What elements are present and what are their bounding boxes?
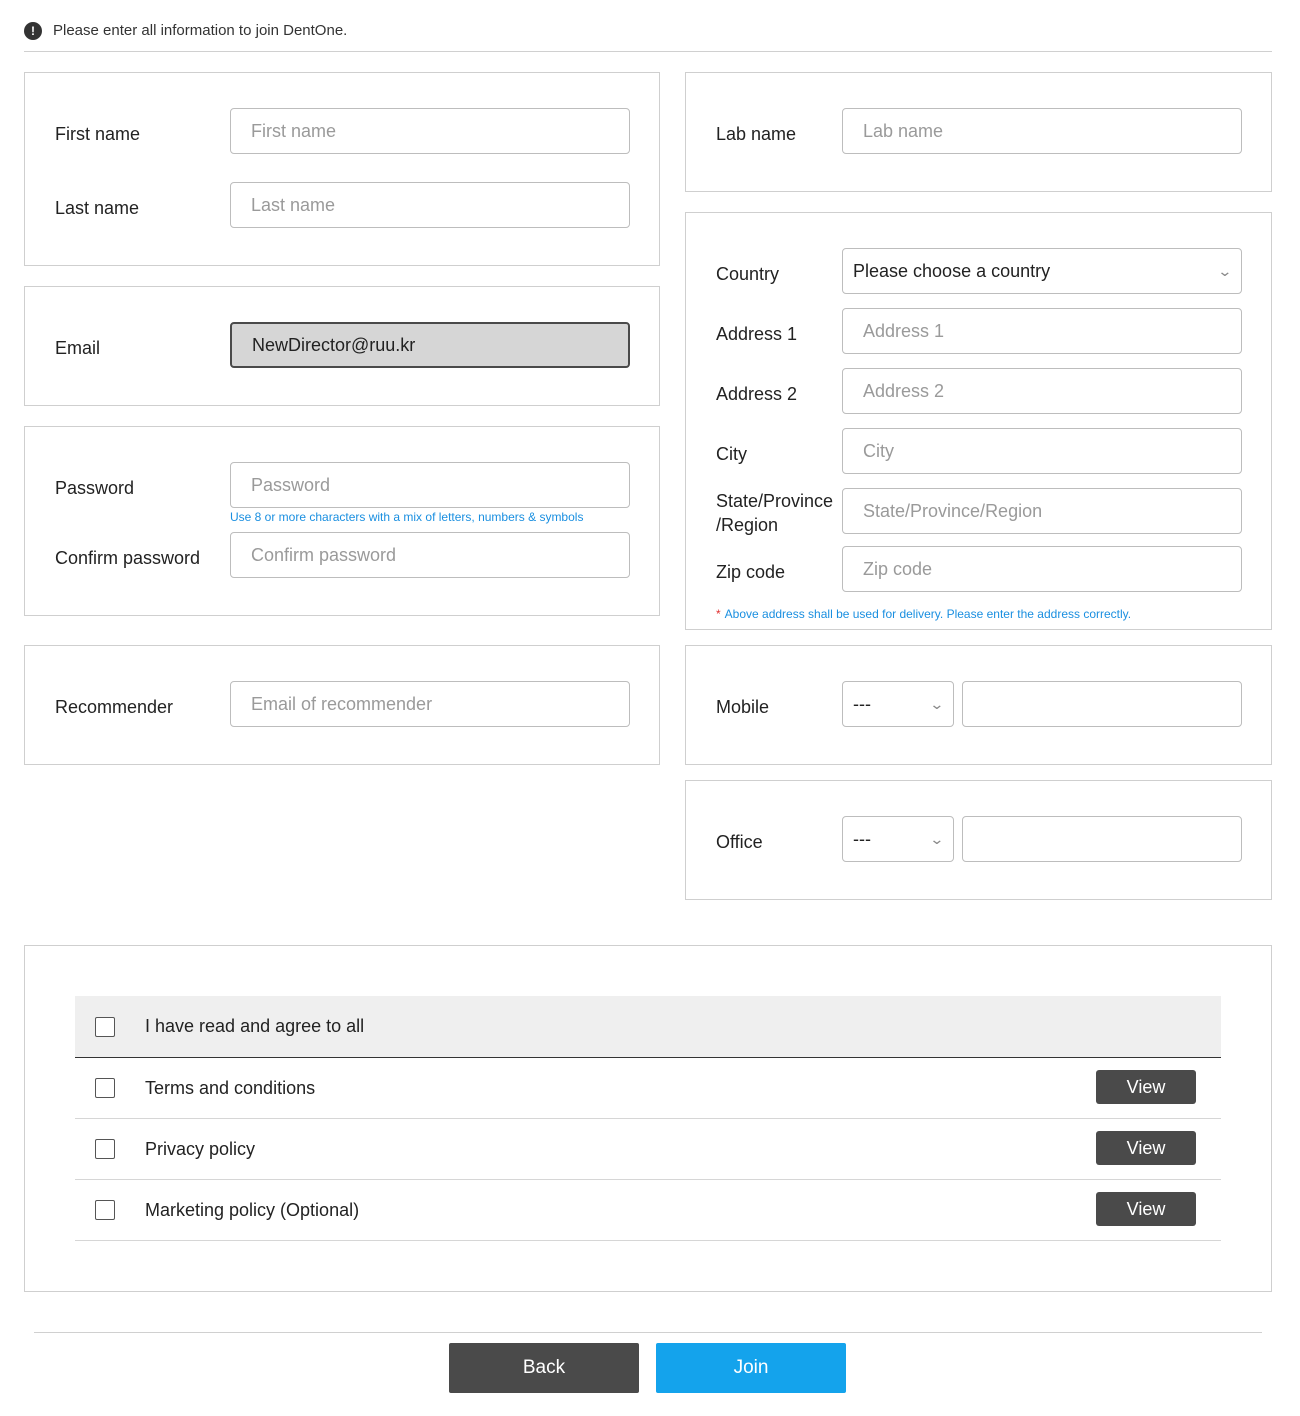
recommender-section: Recommender Email of recommender (24, 645, 660, 765)
privacy-row: Privacy policy View (75, 1119, 1221, 1180)
terms-view-button[interactable]: View (1096, 1070, 1196, 1104)
notice-text: Please enter all information to join Den… (53, 22, 348, 39)
country-label: Country (716, 264, 780, 284)
chevron-down-icon: ⌄ (1217, 262, 1233, 279)
mobile-number-input[interactable] (962, 681, 1242, 727)
first-name-input[interactable]: First name (230, 108, 630, 154)
country-select-value: Please choose a country (853, 260, 1051, 281)
state-input[interactable]: State/Province/Region (842, 488, 1242, 534)
mobile-code-value: --- (853, 693, 871, 714)
address1-input[interactable]: Address 1 (842, 308, 1242, 354)
office-label: Office (716, 832, 763, 852)
agreements-section: I have read and agree to all Terms and c… (24, 945, 1272, 1292)
address2-label: Address 2 (716, 384, 798, 404)
lab-name-input[interactable]: Lab name (842, 108, 1242, 154)
privacy-view-button[interactable]: View (1096, 1131, 1196, 1165)
city-input[interactable]: City (842, 428, 1242, 474)
zip-label: Zip code (716, 562, 786, 582)
address1-label: Address 1 (716, 324, 798, 344)
privacy-checkbox[interactable] (95, 1139, 115, 1159)
password-input[interactable]: Password (230, 462, 630, 508)
lab-name-label: Lab name (716, 124, 797, 144)
country-select[interactable]: Please choose a country ⌄ (842, 248, 1242, 294)
mobile-section: Mobile --- ⌄ (685, 645, 1272, 765)
name-section: First name First name Last name Last nam… (24, 72, 660, 266)
first-name-label: First name (55, 124, 141, 144)
agree-all-row[interactable]: I have read and agree to all (75, 996, 1221, 1058)
terms-row: Terms and conditions View (75, 1058, 1221, 1119)
office-code-value: --- (853, 828, 871, 849)
chevron-down-icon: ⌄ (929, 695, 945, 712)
marketing-label: Marketing policy (Optional) (145, 1199, 360, 1220)
password-hint: Use 8 or more characters with a mix of l… (230, 510, 584, 524)
state-label-line1: State/Province (716, 491, 834, 511)
lab-section: Lab name Lab name (685, 72, 1272, 192)
recommender-input[interactable]: Email of recommender (230, 681, 630, 727)
agree-all-label: I have read and agree to all (145, 1016, 365, 1036)
marketing-row: Marketing policy (Optional) View (75, 1180, 1221, 1241)
terms-label: Terms and conditions (145, 1077, 316, 1098)
zip-input[interactable]: Zip code (842, 546, 1242, 592)
privacy-label: Privacy policy (145, 1138, 256, 1159)
address-note-text: Above address shall be used for delivery… (724, 607, 1132, 621)
confirm-password-label: Confirm password (55, 548, 201, 568)
address2-input[interactable]: Address 2 (842, 368, 1242, 414)
recommender-label: Recommender (55, 697, 174, 717)
agree-all-checkbox[interactable] (95, 1016, 115, 1037)
notice-bar: ! Please enter all information to join D… (24, 20, 1272, 52)
marketing-checkbox[interactable] (95, 1200, 115, 1220)
office-code-select[interactable]: --- ⌄ (842, 816, 954, 862)
last-name-input[interactable]: Last name (230, 182, 630, 228)
last-name-label: Last name (55, 198, 140, 218)
address-note: * Above address shall be used for deliver… (716, 606, 1131, 622)
city-label: City (716, 444, 747, 464)
exclamation-icon: ! (24, 22, 42, 40)
office-number-input[interactable] (962, 816, 1242, 862)
join-button[interactable]: Join (656, 1343, 846, 1393)
email-section: Email NewDirector@ruu.kr (24, 286, 660, 406)
marketing-view-button[interactable]: View (1096, 1192, 1196, 1226)
mobile-label: Mobile (716, 697, 770, 717)
back-button[interactable]: Back (449, 1343, 639, 1393)
password-label: Password (55, 478, 135, 498)
address-section: Country Please choose a country ⌄ Addres… (685, 212, 1272, 630)
required-star: * (716, 607, 721, 621)
password-section: Password Password Use 8 or more characte… (24, 426, 660, 616)
state-label: State/Province /Region (716, 489, 833, 537)
email-label: Email (55, 338, 101, 358)
office-section: Office --- ⌄ (685, 780, 1272, 900)
confirm-password-input[interactable]: Confirm password (230, 532, 630, 578)
terms-checkbox[interactable] (95, 1078, 115, 1098)
mobile-code-select[interactable]: --- ⌄ (842, 681, 954, 727)
state-label-line2: /Region (716, 515, 779, 535)
chevron-down-icon: ⌄ (929, 830, 945, 847)
footer-divider (34, 1332, 1262, 1333)
email-field[interactable]: NewDirector@ruu.kr (230, 322, 630, 368)
